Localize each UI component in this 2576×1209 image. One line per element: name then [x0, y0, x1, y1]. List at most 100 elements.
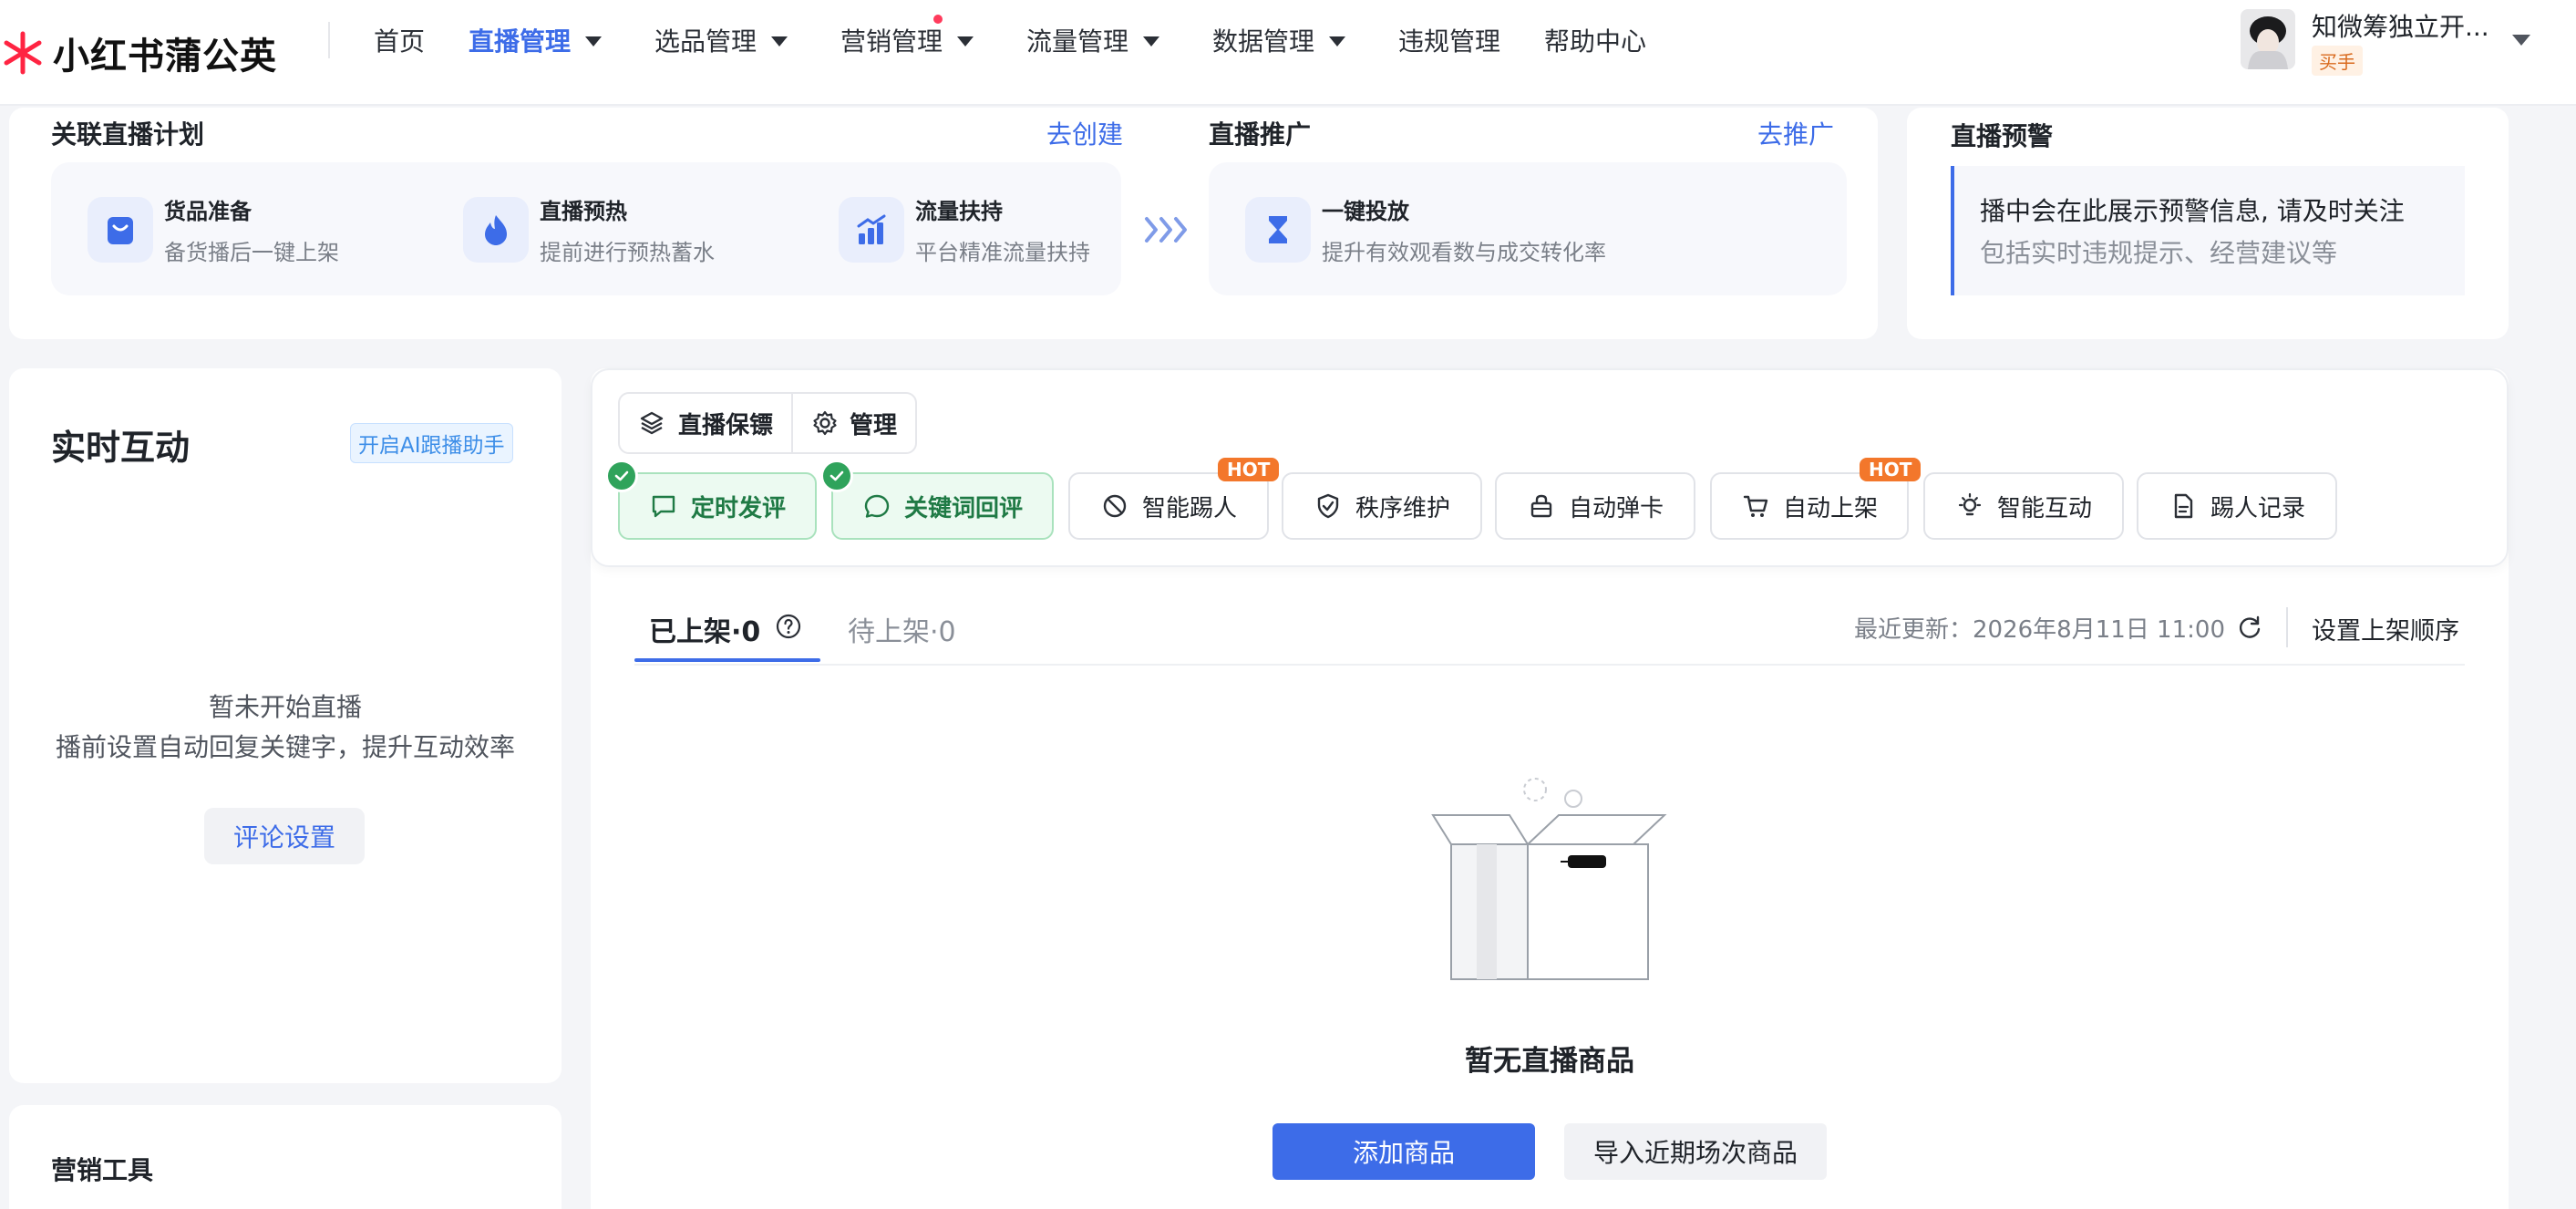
- nav-label: 数据管理: [1212, 26, 1315, 57]
- flower-logo-icon: [4, 31, 42, 75]
- nav-data[interactable]: 数据管理: [1212, 20, 1346, 60]
- nav-label: 首页: [374, 26, 426, 57]
- flame-icon: [463, 197, 529, 263]
- warning-line-2: 包括实时违规提示、经营建议等: [1980, 238, 2338, 268]
- tool-scheduled-comment[interactable]: 定时发评: [618, 472, 817, 540]
- empty-title: 暂未开始直播: [208, 692, 362, 722]
- caret-down-icon: [957, 36, 974, 46]
- feature-warmup[interactable]: 直播预热提前进行预热蓄水: [463, 193, 715, 266]
- nav-home[interactable]: 首页: [374, 20, 425, 60]
- feature-title: 直播预热: [540, 199, 627, 224]
- hourglass-icon: [1245, 197, 1311, 263]
- last-updated: 最近更新：2026年8月11日 11:00: [1854, 616, 2225, 644]
- guard-label: 直播保镖: [678, 411, 774, 439]
- nav-help[interactable]: 帮助中心: [1544, 20, 1646, 60]
- tool-smart-interaction[interactable]: 智能互动: [1923, 472, 2124, 540]
- feature-desc: 提升有效观看数与成交转化率: [1322, 240, 1606, 265]
- set-listing-order-button[interactable]: 设置上架顺序: [2312, 611, 2459, 646]
- tool-label: 自动弹卡: [1568, 494, 1664, 522]
- nav-label: 营销管理: [840, 26, 943, 57]
- active-tab-underline: [634, 658, 820, 662]
- live-warning-title: 直播预警: [1951, 121, 2054, 151]
- check-circle-icon: [605, 460, 638, 492]
- import-recent-products-button[interactable]: 导入近期场次商品: [1564, 1123, 1827, 1180]
- caret-down-icon: [585, 36, 603, 46]
- nav-label: 直播管理: [469, 26, 572, 57]
- chevron-down-icon[interactable]: [2512, 35, 2530, 46]
- tool-smart-kick[interactable]: 智能踢人: [1068, 472, 1269, 540]
- help-circle-icon[interactable]: [775, 613, 802, 640]
- tool-label: 定时发评: [690, 494, 786, 522]
- nav-product-selection[interactable]: 选品管理: [654, 20, 788, 60]
- bulb-icon: [1958, 492, 1982, 516]
- document-icon: [2174, 493, 2193, 519]
- user-name[interactable]: 知微筹独立开...: [2312, 7, 2489, 44]
- toolbar-divider: [2286, 607, 2288, 647]
- feature-one-click-launch[interactable]: 一键投放 提升有效观看数与成交转化率: [1245, 193, 1606, 266]
- tool-label: 智能踢人: [1141, 494, 1237, 522]
- nav-violations[interactable]: 违规管理: [1398, 20, 1500, 60]
- comment-round-icon: [864, 494, 890, 518]
- live-plan-panel: 关联直播计划 去创建 货品准备 备货播后一键上架 直播预热提前进行预热蓄水 流量扶…: [9, 108, 1878, 339]
- tool-keyword-reply[interactable]: 关键词回评: [831, 472, 1054, 540]
- tab-label: 已上架·0: [649, 616, 761, 648]
- user-role-badge: 买手: [2312, 46, 2363, 76]
- live-plan-title: 关联直播计划: [51, 119, 205, 150]
- hot-badge: HOT: [1218, 458, 1280, 481]
- promote-link[interactable]: 去推广: [1757, 115, 1834, 151]
- tabs-divider: [634, 664, 2465, 666]
- realtime-interaction-panel: 实时互动 开启AI跟播助手 暂未开始直播 播前设置自动回复关键字，提升互动效率 …: [9, 368, 562, 1083]
- tab-listed[interactable]: 已上架·0: [649, 609, 760, 649]
- tab-label: 待上架·0: [848, 616, 956, 648]
- tool-order-maintenance[interactable]: 秩序维护: [1282, 472, 1482, 540]
- manage-button[interactable]: 管理: [793, 394, 915, 452]
- caret-down-icon: [771, 36, 788, 46]
- refresh-icon[interactable]: [2235, 613, 2264, 642]
- brand-logo[interactable]: 小红书蒲公英: [0, 16, 277, 89]
- top-nav: 小红书蒲公英 首页 直播管理 选品管理 营销管理 流量管理 数据管理 违规管理 …: [0, 0, 2576, 106]
- hot-badge: HOT: [1860, 458, 1922, 481]
- empty-hint: 播前设置自动回复关键字，提升互动效率: [55, 732, 515, 762]
- brand-name: 小红书蒲公英: [53, 36, 277, 78]
- feature-title: 货品准备: [164, 199, 252, 224]
- feature-goods-prep[interactable]: 货品准备 备货播后一键上架: [88, 193, 339, 266]
- empty-box-icon: [1431, 778, 1667, 980]
- gear-icon: [813, 410, 837, 436]
- tab-pending[interactable]: 待上架·0: [848, 609, 956, 649]
- nav-marketing[interactable]: 营销管理: [840, 20, 974, 60]
- nav-label: 违规管理: [1398, 26, 1501, 57]
- tool-auto-popup-card[interactable]: 自动弹卡: [1495, 472, 1695, 540]
- comment-settings-button[interactable]: 评论设置: [204, 808, 365, 864]
- feature-traffic-support[interactable]: 流量扶持平台精准流量扶持: [839, 193, 1090, 266]
- nav-traffic[interactable]: 流量管理: [1026, 20, 1160, 60]
- feature-title: 流量扶持: [915, 199, 1003, 224]
- tool-kick-records[interactable]: 踢人记录: [2137, 472, 2337, 540]
- layers-icon: [640, 411, 664, 435]
- tool-auto-listing[interactable]: 自动上架: [1710, 472, 1909, 540]
- comment-square-icon: [652, 495, 675, 518]
- lock-card-icon: [1530, 494, 1552, 518]
- avatar[interactable]: [2241, 9, 2295, 69]
- feature-desc: 提前进行预热蓄水: [540, 240, 715, 265]
- live-promo-title: 直播推广: [1209, 119, 1312, 150]
- tool-label: 踢人记录: [2210, 494, 2305, 522]
- nav-label: 帮助中心: [1544, 26, 1647, 57]
- bag-icon: [88, 197, 153, 263]
- nav-divider: [328, 22, 330, 58]
- avatar-image: [2241, 9, 2295, 69]
- create-plan-link[interactable]: 去创建: [1046, 115, 1123, 151]
- promo-card: 一键投放 提升有效观看数与成交转化率: [1209, 162, 1847, 295]
- feature-desc: 平台精准流量扶持: [915, 240, 1090, 265]
- interaction-title: 实时互动: [51, 428, 191, 468]
- warning-message-card: 播中会在此展示预警信息, 请及时关注 包括实时违规提示、经营建议等: [1951, 166, 2465, 295]
- caret-down-icon: [1143, 36, 1160, 46]
- live-guard-button[interactable]: 直播保镖: [620, 394, 794, 452]
- nav-live-management[interactable]: 直播管理: [469, 20, 603, 60]
- ai-assistant-tag[interactable]: 开启AI跟播助手: [350, 423, 513, 463]
- notification-dot: [933, 15, 943, 24]
- tool-label: 关键词回评: [903, 494, 1023, 522]
- add-product-button[interactable]: 添加商品: [1273, 1123, 1535, 1180]
- manage-label: 管理: [850, 411, 898, 439]
- warning-line-1: 播中会在此展示预警信息, 请及时关注: [1980, 196, 2405, 226]
- guard-button-group: 直播保镖 管理: [618, 392, 918, 454]
